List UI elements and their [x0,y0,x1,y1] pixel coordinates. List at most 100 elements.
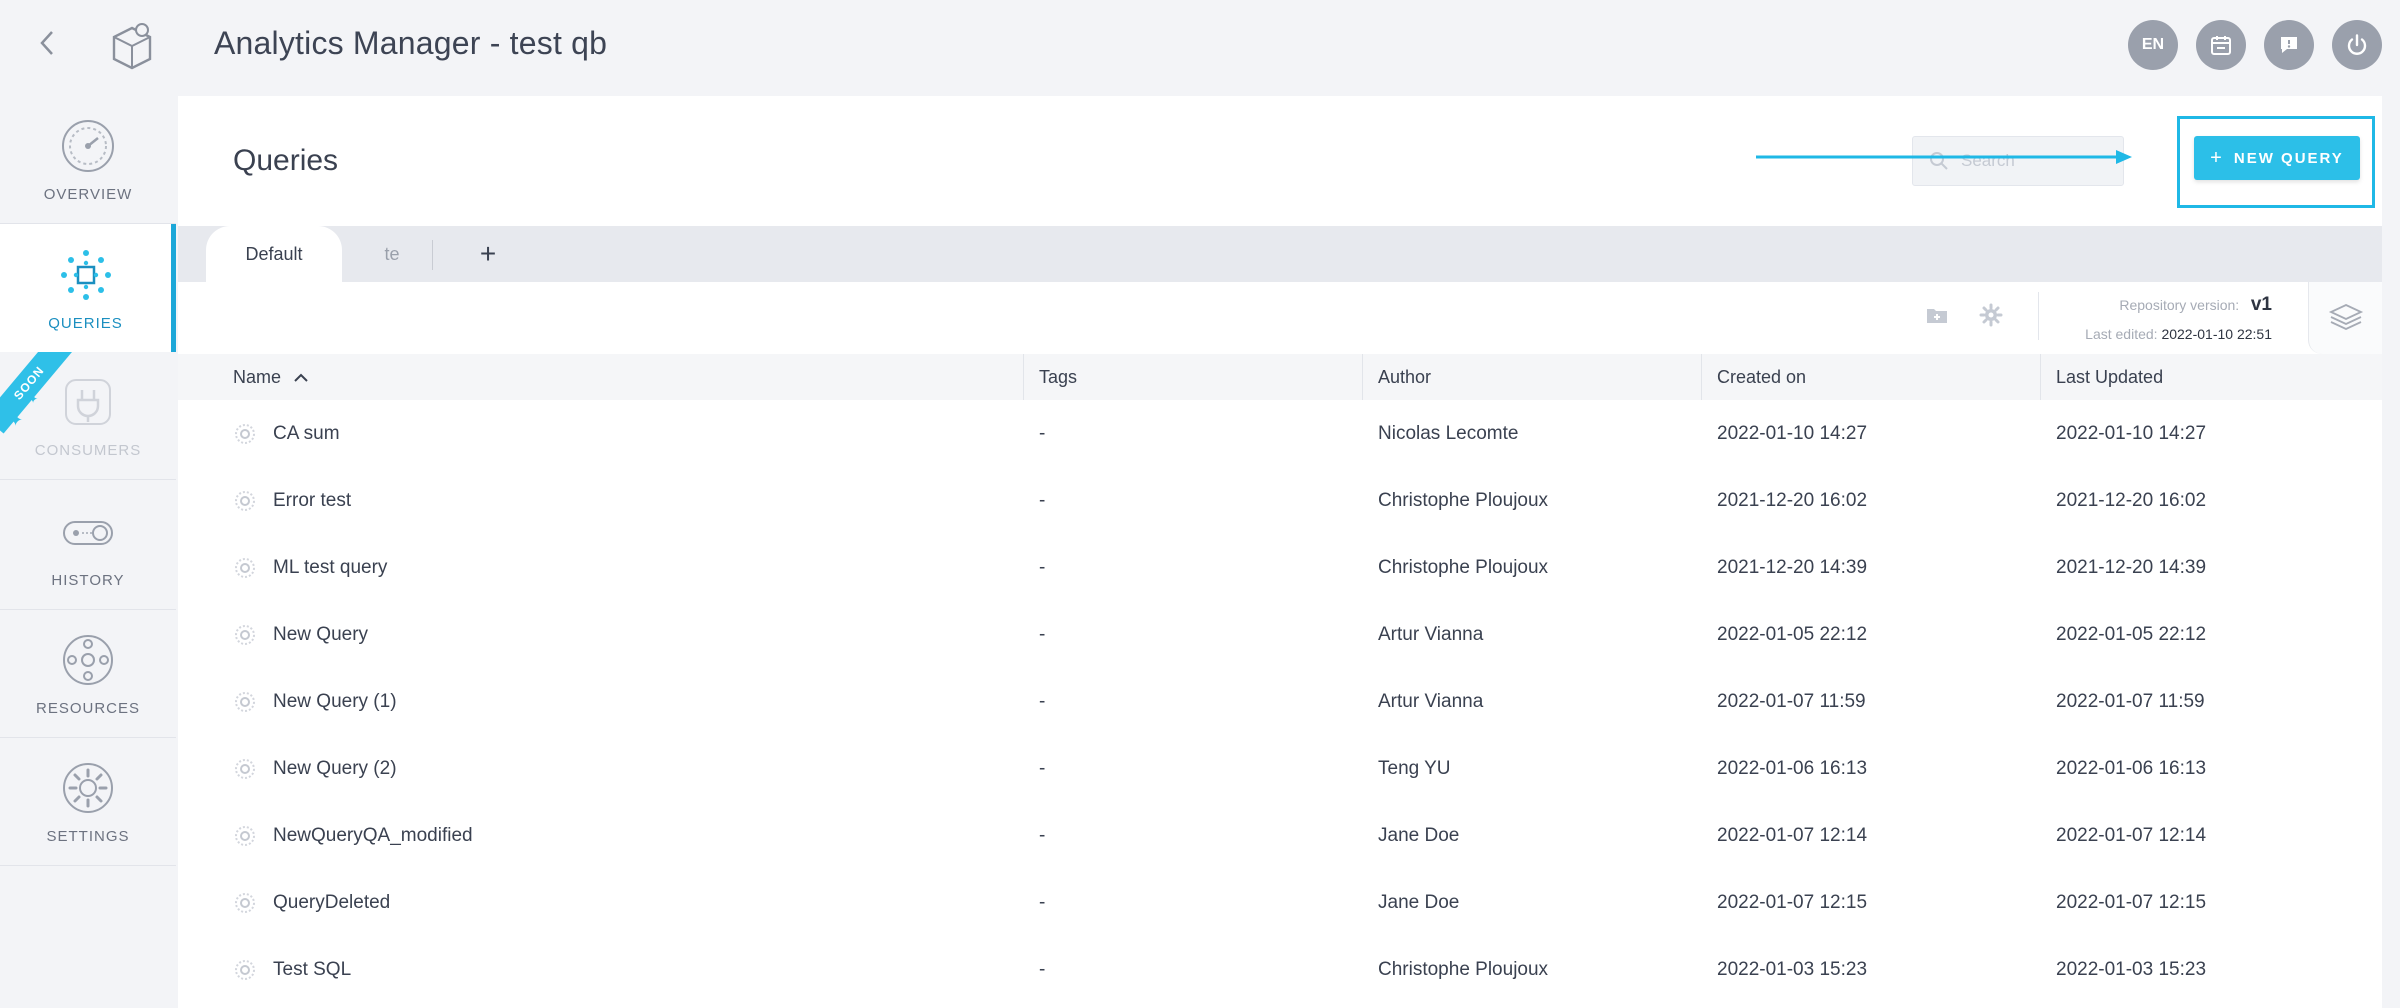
top-actions: EN [2128,20,2382,70]
cell-name: NewQueryQA_modified [233,802,473,869]
table-row[interactable]: CA sum - Nicolas Lecomte 2022-01-10 14:27 20… [178,400,2382,467]
tab-divider [432,240,433,270]
query-name[interactable]: Error test [273,490,351,512]
query-name[interactable]: New Query (1) [273,691,397,713]
power-button[interactable] [2332,20,2382,70]
query-name[interactable]: CA sum [273,423,340,445]
query-row-icon [235,825,255,846]
cell-tags: - [1039,690,1046,712]
column-header-created-on[interactable]: Created on [1701,354,1806,400]
query-name[interactable]: New Query (2) [273,758,397,780]
language-label: EN [2141,36,2165,53]
folder-add-icon[interactable] [1924,302,1950,328]
tab-default[interactable]: Default [206,226,342,282]
column-header-label: Tags [1039,366,1078,387]
table-row[interactable]: New Query (1) - Artur Vianna 2022-01-07 11:… [178,668,2382,735]
app-cube-logo-icon [108,22,156,72]
repository-version-value: v1 [2250,294,2272,315]
table-header: Name Tags Author Created on Last Updated [178,354,2382,400]
table-row[interactable]: Error test - Christophe Ploujoux 2021-12-20… [178,467,2382,534]
cell-author: Artur Vianna [1378,690,1484,712]
repository-edited-value: 2022-01-10 22:51 [2161,326,2272,342]
new-query-label: NEW QUERY [2233,149,2344,167]
tabs-strip: Default te + [178,226,2382,282]
back-chevron-icon[interactable] [30,26,64,60]
cell-name: New Query (2) [233,735,397,802]
repository-version-label: Repository version: [2119,297,2240,313]
cell-author: Christophe Ploujoux [1378,958,1549,980]
sidebar-item-label: SETTINGS [46,828,130,845]
add-tab-button[interactable]: + [468,226,508,282]
cell-created-on: 2022-01-07 12:14 [1717,824,1868,846]
cell-tags: - [1039,891,1046,913]
queries-icon [60,249,111,300]
cell-name: Test SQL [233,936,351,1003]
repository-last-edited: Last edited: 2022-01-10 22:51 [2085,326,2272,342]
toolbar-divider [2038,292,2039,340]
page-title: Queries [233,144,339,177]
query-name[interactable]: ML test query [273,557,387,579]
settings-icon [63,763,113,813]
language-button[interactable]: EN [2128,20,2178,70]
layers-icon [2328,304,2363,330]
sidebar-item-settings[interactable]: SETTINGS [0,738,176,866]
gear-icon[interactable] [1978,302,2004,328]
column-header-tags[interactable]: Tags [1023,354,1077,400]
feedback-button[interactable] [2264,20,2314,70]
query-row-icon [235,959,255,980]
column-header-author[interactable]: Author [1362,354,1431,400]
table-row[interactable]: NewQueryQA_modified - Jane Doe 2022-01-07 1… [178,802,2382,869]
new-query-button[interactable]: + NEW QUERY [2194,136,2360,180]
feedback-icon [2281,37,2297,53]
cell-created-on: 2022-01-07 12:15 [1717,891,1868,913]
cell-created-on: 2021-12-20 14:39 [1717,556,1868,578]
top-bar: Analytics Manager - test qb EN [0,0,2400,94]
column-header-last-updated[interactable]: Last Updated [2040,354,2163,400]
tab-te[interactable]: te [342,226,442,282]
cell-created-on: 2022-01-03 15:23 [1717,958,1868,980]
sidebar-item-history[interactable]: HISTORY [0,482,176,610]
cell-tags: - [1039,422,1046,444]
cell-last-updated: 2022-01-05 22:12 [2056,623,2207,645]
table-row[interactable]: ML test query - Christophe Ploujoux 2021-12… [178,534,2382,601]
sidebar-item-consumers[interactable]: SOON ✦ ✦ CONSUMERS [0,352,176,480]
calendar-button[interactable] [2196,20,2246,70]
query-name[interactable]: Test SQL [273,959,351,981]
sidebar-item-queries[interactable]: QUERIES [0,224,176,352]
overview-gauge-icon [62,120,114,172]
annotation-arrow-icon [1756,150,2132,164]
query-row-icon [235,557,255,578]
main-panel: Queries + NEW QUERY Default te + [178,96,2382,1008]
query-name[interactable]: NewQueryQA_modified [273,825,473,847]
column-header-name[interactable]: Name [217,354,309,400]
app-title: Analytics Manager - test qb [214,25,608,61]
power-icon [2347,34,2367,55]
cell-last-updated: 2022-01-07 12:14 [2056,824,2207,846]
query-name[interactable]: New Query [273,624,368,646]
repository-version: Repository version: v1 [2119,294,2272,316]
history-icon [63,521,113,545]
cell-author: Nicolas Lecomte [1378,422,1519,444]
tab-label: te [384,243,400,264]
sort-ascending-icon[interactable] [293,372,309,382]
sidebar-item-label: OVERVIEW [43,186,133,203]
layers-button[interactable] [2308,282,2382,354]
table-row[interactable]: QueryDeleted - Jane Doe 2022-01-07 12:15 202… [178,869,2382,936]
cell-name: ML test query [233,534,387,601]
cell-created-on: 2022-01-05 22:12 [1717,623,1868,645]
query-row-icon [235,423,255,444]
calendar-icon [2211,36,2231,55]
query-name[interactable]: QueryDeleted [273,892,390,914]
table-row[interactable]: Test SQL - Christophe Ploujoux 2022-01-03 1… [178,936,2382,1003]
table-row[interactable]: New Query (2) - Teng YU 2022-01-06 16:13 202… [178,735,2382,802]
sidebar-item-overview[interactable]: OVERVIEW [0,96,176,224]
cell-name: Error test [233,467,351,534]
query-row-icon [235,490,255,511]
cell-name: QueryDeleted [233,869,390,936]
cell-created-on: 2021-12-20 16:02 [1717,489,1868,511]
table-row[interactable]: New Query - Artur Vianna 2022-01-05 22:12 20… [178,601,2382,668]
sidebar-item-resources[interactable]: RESOURCES [0,610,176,738]
sidebar-item-label: HISTORY [51,572,125,589]
cell-author: Christophe Ploujoux [1378,489,1549,511]
cell-last-updated: 2022-01-06 16:13 [2056,757,2207,779]
